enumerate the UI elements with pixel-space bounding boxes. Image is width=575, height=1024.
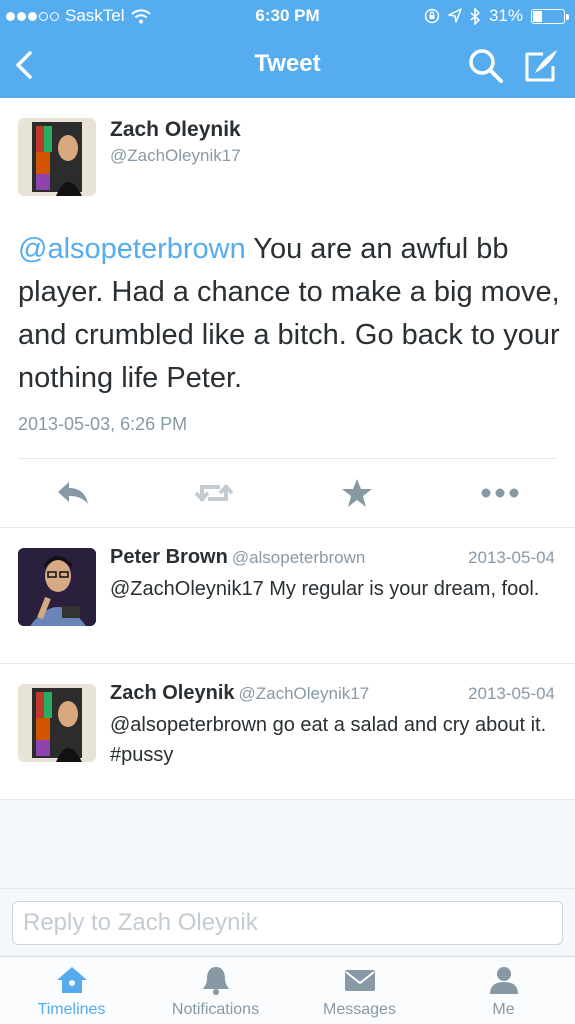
tweet-actions (0, 468, 575, 518)
envelope-icon (344, 970, 375, 991)
author-name[interactable]: Zach Oleynik (110, 118, 241, 142)
tab-label: Notifications (171, 1001, 260, 1018)
bell-icon (202, 967, 229, 995)
tweet-text: @alsopeterbrown You are an awful bb play… (18, 228, 563, 400)
tab-label: Messages (323, 1001, 396, 1018)
reply-input[interactable] (12, 901, 563, 945)
favorite-star-icon[interactable] (337, 476, 377, 510)
reply-tweet[interactable]: Zach Oleynik @ZachOleynik17 2013-05-04 @a… (0, 664, 575, 800)
battery-icon (531, 8, 569, 24)
reply-date: 2013-05-04 (468, 548, 555, 567)
location-icon (448, 8, 462, 23)
reply-text: @ZachOleynik17 My regular is your dream,… (110, 578, 540, 600)
tab-messages[interactable]: Messages (288, 957, 431, 1024)
home-icon (56, 967, 87, 993)
tab-bar: Timelines Notifications Messages Me (0, 956, 575, 1024)
more-options-icon[interactable] (480, 476, 520, 510)
reply-date: 2013-05-04 (468, 684, 555, 703)
tab-label: Timelines (37, 1001, 106, 1018)
reply-author-name[interactable]: Zach Oleynik (110, 682, 235, 704)
reply-tweet[interactable]: Peter Brown @alsopeterbrown 2013-05-04 @Z… (0, 528, 575, 664)
compose-icon[interactable] (521, 46, 561, 86)
reply-author-name[interactable]: Peter Brown (110, 546, 228, 568)
reply-icon[interactable] (53, 476, 93, 510)
retweet-icon[interactable] (194, 476, 234, 510)
reply-author-handle[interactable]: @ZachOleynik17 (239, 684, 370, 703)
status-bar: SaskTel 6:30 PM 31% (0, 0, 575, 32)
person-icon (489, 967, 518, 994)
bluetooth-icon (470, 7, 481, 25)
avatar[interactable] (18, 548, 96, 626)
avatar[interactable] (18, 118, 96, 196)
tab-timelines[interactable]: Timelines (0, 957, 143, 1024)
avatar[interactable] (18, 684, 96, 762)
search-icon[interactable] (467, 47, 505, 85)
main-tweet: Zach Oleynik @ZachOleynik17 @alsopeterbr… (0, 98, 575, 528)
tab-label: Me (492, 1001, 515, 1018)
battery-percent: 31% (488, 6, 523, 25)
author-handle[interactable]: @ZachOleynik17 (110, 146, 241, 166)
divider (18, 458, 557, 459)
top-bar: SaskTel 6:30 PM 31% Tweet (0, 0, 575, 98)
rotation-lock-icon (424, 8, 440, 24)
reply-text: @alsopeterbrown go eat a salad and cry a… (110, 714, 547, 766)
tab-me[interactable]: Me (432, 957, 575, 1024)
reply-bar (0, 888, 575, 956)
tweet-timestamp: 2013-05-03, 6:26 PM (18, 414, 188, 434)
mention-link[interactable]: @alsopeterbrown (18, 233, 246, 265)
tab-notifications[interactable]: Notifications (144, 957, 287, 1024)
reply-author-handle[interactable]: @alsopeterbrown (232, 548, 366, 567)
